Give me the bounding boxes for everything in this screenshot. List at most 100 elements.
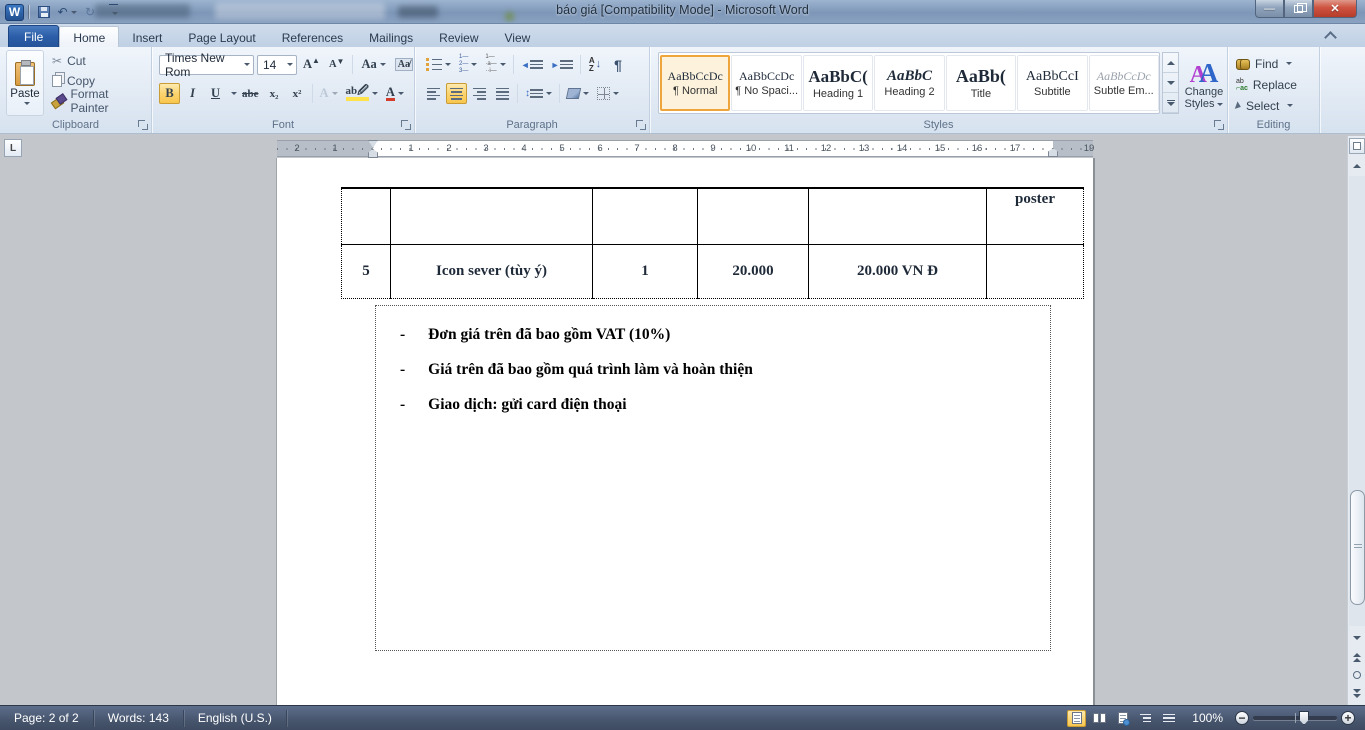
select-button[interactable]: Select [1228,95,1319,116]
align-left-button[interactable] [423,83,444,104]
tab-references[interactable]: References [269,27,356,48]
subscript-button[interactable]: x₂ [264,83,285,104]
language-indicator[interactable]: English (U.S.) [184,709,287,727]
shading-button[interactable] [564,83,592,104]
cut-button[interactable]: ✂ Cut [48,51,151,71]
tab-stop-selector[interactable]: L [4,139,22,157]
clipboard-dialog-launcher[interactable] [138,120,148,130]
style-title[interactable]: AaBb( Title [945,55,1017,111]
table-cell[interactable] [986,243,1084,299]
style-normal[interactable]: AaBbCcDc ¶ Normal [660,55,731,111]
table-cell[interactable] [697,187,809,245]
outline-view-button[interactable] [1136,710,1155,727]
highlight-color-button[interactable]: ab🖉 [343,83,381,104]
paragraph-dialog-launcher[interactable] [636,120,646,130]
word-count[interactable]: Words: 143 [94,709,184,727]
scroll-up-button[interactable] [1349,158,1365,174]
zoom-slider-track[interactable] [1253,711,1337,725]
font-size-select[interactable]: 14 [257,54,297,75]
justify-button[interactable] [492,83,513,104]
previous-page-button[interactable] [1349,650,1365,664]
tab-review[interactable]: Review [426,27,491,48]
italic-button[interactable]: I [182,83,203,104]
tab-page-layout[interactable]: Page Layout [175,27,268,48]
style-no-spacing[interactable]: AaBbCcDc ¶ No Spaci... [731,55,802,111]
bold-button[interactable]: B [159,83,180,104]
tab-home[interactable]: Home [59,26,120,48]
table-cell[interactable]: Icon sever (tùy ý) [390,243,593,299]
next-page-button[interactable] [1349,686,1365,700]
style-subtle-emphasis[interactable]: AaBbCcDc Subtle Em... [1088,55,1159,111]
zoom-level[interactable]: 100% [1192,711,1223,725]
tab-view[interactable]: View [492,27,544,48]
scroll-down-button[interactable] [1349,630,1365,646]
scrollbar-track[interactable] [1349,176,1365,626]
minimize-button[interactable]: — [1255,0,1284,18]
gallery-more-button[interactable] [1163,93,1178,113]
table-cell[interactable]: 20.000 VN Đ [808,243,987,299]
note-line[interactable]: - Giao dịch: gửi card điện thoại [400,396,627,414]
note-line[interactable]: - Giá trên đã bao gồm quá trình làm và h… [400,361,753,379]
grow-font-button[interactable]: A ▲ [300,54,323,75]
zoom-in-button[interactable]: + [1341,711,1355,725]
restore-button[interactable] [1284,0,1313,18]
replace-button[interactable]: ab ⌐ac Replace [1228,74,1319,95]
gallery-scroll-down[interactable] [1163,73,1178,93]
change-case-button[interactable]: Aa [358,54,388,75]
table-cell[interactable] [808,187,987,245]
chevron-down-icon[interactable] [231,92,237,95]
tab-mailings[interactable]: Mailings [356,27,426,48]
styles-dialog-launcher[interactable] [1214,120,1224,130]
style-heading1[interactable]: AaBbC( Heading 1 [802,55,874,111]
style-heading2[interactable]: AaBbC Heading 2 [874,55,945,111]
table-cell[interactable]: poster [986,187,1084,245]
align-right-button[interactable] [469,83,490,104]
select-browse-object-button[interactable] [1349,668,1365,682]
table-cell[interactable]: 1 [592,243,698,299]
superscript-button[interactable]: x² [287,83,308,104]
borders-button[interactable] [594,83,622,104]
minimize-ribbon-chevron-icon[interactable] [1324,30,1337,41]
change-styles-button[interactable]: AA Change Styles [1182,50,1226,120]
align-center-button[interactable] [446,83,467,104]
table-cell[interactable] [390,187,593,245]
page-indicator[interactable]: Page: 2 of 2 [0,709,94,727]
numbering-button[interactable]: 1— 2— 3— [456,54,480,75]
increase-indent-button[interactable]: ► [548,54,576,75]
line-spacing-button[interactable]: ↕ [522,83,555,104]
gallery-scroll-up[interactable] [1163,53,1178,73]
table-cell[interactable]: 20.000 [697,243,809,299]
multilevel-list-button[interactable]: 1— ·a— ··i— [482,54,508,75]
font-dialog-launcher[interactable] [401,120,411,130]
find-button[interactable]: Find [1228,53,1319,74]
zoom-out-button[interactable]: − [1235,711,1249,725]
strikethrough-button[interactable]: abe [239,83,262,104]
clear-formatting-button[interactable]: Aa̸ [392,54,416,75]
full-screen-reading-view-button[interactable] [1090,710,1109,727]
text-effects-button[interactable]: A [317,83,341,104]
font-color-button[interactable]: A [383,83,407,104]
note-line[interactable]: - Đơn giá trên đã bao gồm VAT (10%) [400,326,670,344]
table-cell[interactable]: 5 [341,243,391,299]
format-painter-button[interactable]: Format Painter [48,87,151,115]
decrease-indent-button[interactable]: ◄ [518,54,546,75]
scrollbar-thumb[interactable] [1350,490,1365,605]
style-subtitle[interactable]: AaBbCcI Subtitle [1017,55,1088,111]
table-cell[interactable] [592,187,698,245]
close-button[interactable]: ✕ [1313,0,1357,18]
bullets-button[interactable] [423,54,454,75]
web-layout-view-button[interactable] [1113,710,1132,727]
font-family-select[interactable]: Times New Rom [159,51,254,79]
sort-button[interactable]: A Z ↓ [585,54,606,75]
zoom-slider-thumb[interactable] [1299,711,1309,725]
draft-view-button[interactable] [1159,710,1178,727]
document-page[interactable]: poster 5 Icon sever (tùy ý) 1 20.000 20.… [277,158,1093,705]
show-hide-pilcrow-button[interactable]: ¶ [608,54,629,75]
underline-button[interactable]: U [205,83,226,104]
view-ruler-toggle-button[interactable] [1349,138,1365,154]
notes-text-frame[interactable]: - Đơn giá trên đã bao gồm VAT (10%) - Gi… [375,305,1051,651]
table-cell[interactable] [341,187,391,245]
paste-button[interactable]: Paste [6,50,44,116]
print-layout-view-button[interactable] [1067,709,1087,727]
shrink-font-button[interactable]: A ▼ [326,54,348,75]
